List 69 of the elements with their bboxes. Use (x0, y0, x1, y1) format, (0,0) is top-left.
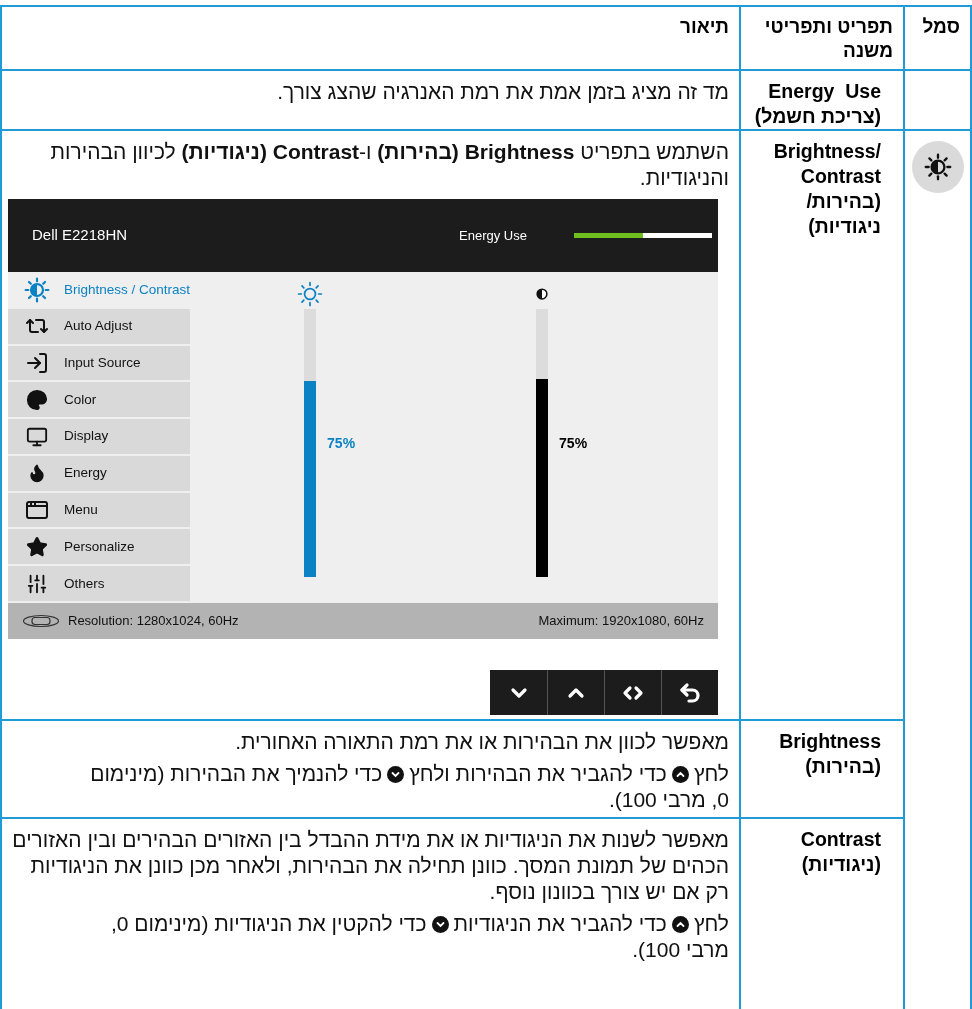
osd-nav-button[interactable] (490, 670, 547, 715)
description-text: מרבי 100). (632, 938, 729, 961)
osd-menu-item[interactable]: Energy (8, 455, 191, 493)
monitor-icon (26, 425, 48, 448)
menu-item-label: Menu (64, 500, 98, 519)
model-name: Dell E2218HN (32, 225, 129, 246)
slider-fill[interactable] (536, 378, 549, 577)
back-arrow-icon (678, 680, 702, 705)
osd-menu-item[interactable]: Others (8, 566, 191, 603)
column-header: תפריט ותפריטי משנה (763, 15, 893, 63)
slider-reading: 75% (327, 433, 356, 453)
menu-name: Brightness/ Contrast (772, 139, 881, 189)
up-button-icon (671, 916, 689, 933)
description-text: מאפשר לכוון את הבהירות או את רמת התאורה האחורית. (235, 730, 729, 753)
sun-icon (297, 280, 324, 307)
column-header: סמל (921, 15, 960, 39)
down-button-icon (387, 766, 405, 783)
osd-menu-item[interactable]: Personalize (8, 529, 191, 567)
menu-item-label: Color (64, 390, 97, 409)
osd-menu-item[interactable]: Menu (8, 492, 191, 530)
menu-name-hebrew: (צריכת חשמל) (753, 104, 881, 129)
menu-name-hebrew: (בהירות) (804, 754, 881, 779)
osd-nav-button[interactable] (661, 670, 718, 715)
osd-menu-item[interactable]: Input Source (8, 345, 191, 383)
menu-item-label: Display (64, 427, 109, 446)
sliders-icon (26, 572, 48, 595)
slider-fill[interactable] (304, 381, 317, 577)
contrast-icon (536, 285, 549, 302)
osd-menu-item[interactable]: Auto Adjust (8, 308, 191, 346)
description-text: 0, מרבי 100). (608, 788, 729, 811)
description-text: לחץ (693, 912, 729, 935)
maximum-resolution-text: Maximum: 1920x1080, 60Hz (538, 612, 704, 631)
flame-icon (27, 463, 47, 484)
empty-table-cell (905, 71, 970, 129)
energy-use-label: Energy Use (459, 226, 528, 245)
column-header: תיאור (679, 15, 729, 39)
brightness-contrast-icon (923, 153, 952, 181)
osd-nav-button[interactable] (547, 670, 604, 715)
description-text: לחץ (693, 762, 729, 785)
menu-name: Brightness (778, 729, 881, 754)
menu-item-label: Input Source (64, 353, 141, 372)
menu-item-label: Energy (64, 464, 107, 483)
down-button-icon (431, 916, 449, 933)
description-text: השתמש בתפריט Brightness (בהירות) ו-Contrast (ניגודיות) לכיוון הבהירות והניגודיות. (50, 140, 729, 189)
menu-name: Energy Use (767, 79, 881, 104)
description-text: כדי להגביר את הניגודיות (453, 912, 667, 935)
description-text: כדי להגביר את הבהירות ולחץ (409, 762, 667, 785)
slider-reading: 75% (559, 433, 588, 453)
menu-item-label: Personalize (64, 537, 135, 556)
description-text: מאפשר לשנות את הניגודיות או את מידת ההבדל בין האזורים הבהירים ובין האזורים הכהים של תמונת המסך. כוונן תחילה את הבהירות, ולאחר מכן כוונן את הניגודיות רק אם יש צורך בכוונון נוסף. (12, 828, 729, 903)
description-text: מד זה מציג בזמן אמת את רמת האנרגיה שהצג צורך. (277, 80, 729, 103)
osd-menu-item[interactable]: Color (8, 382, 191, 420)
menu-name-hebrew: (ניגודיות) (800, 852, 881, 877)
menu-item-label: Others (64, 574, 105, 593)
description-text: כדי להנמיך את הבהירות (מינימום (90, 762, 383, 785)
menu-name-hebrew: (בהירות/ ניגודיות) (805, 189, 881, 239)
menu-item-label: Brightness / Contrast (64, 281, 191, 300)
palette-icon (26, 388, 48, 411)
description-text: כדי להקטין את הניגודיות (מינימום 0, (110, 912, 427, 935)
menu-name: Contrast (799, 827, 881, 852)
vga-connector-icon (22, 614, 60, 628)
resolution-text: Resolution: 1280x1024, 60Hz (68, 612, 239, 631)
up-button-icon (671, 766, 689, 783)
input-arrow-icon (25, 350, 49, 375)
osd-nav-button[interactable] (604, 670, 661, 715)
menu-item-label: Auto Adjust (64, 317, 133, 336)
brightness-contrast-icon (24, 277, 50, 304)
star-icon (26, 535, 48, 558)
osd-menu-item[interactable]: Display (8, 419, 191, 456)
